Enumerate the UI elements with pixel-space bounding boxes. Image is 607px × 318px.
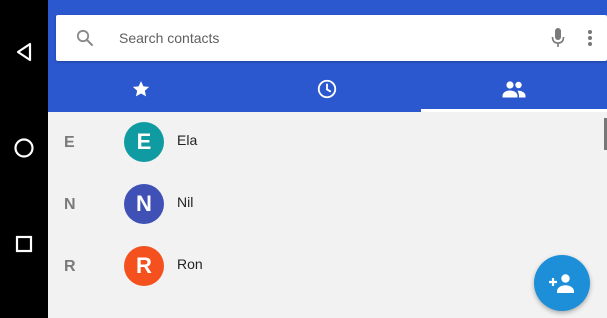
back-triangle-icon (16, 42, 32, 62)
navigation-bar (0, 0, 48, 318)
search-icon (76, 29, 93, 46)
home-circle-icon (14, 138, 34, 158)
clock-icon (318, 79, 337, 99)
microphone-icon[interactable] (551, 27, 565, 49)
more-options-icon[interactable] (580, 28, 600, 48)
avatar: R (124, 246, 164, 286)
avatar: N (124, 184, 164, 224)
phone-screen: E E Ela N N Nil R R Ron (0, 0, 607, 318)
contact-row[interactable]: E E Ela (48, 112, 607, 174)
section-letter: E (64, 134, 75, 151)
contact-name: Ron (177, 256, 203, 272)
tab-recents[interactable] (234, 66, 420, 112)
add-contact-icon (549, 274, 574, 293)
home-button[interactable] (0, 128, 48, 168)
avatar-initial: E (136, 129, 152, 154)
star-icon (132, 81, 150, 97)
contact-name: Nil (177, 194, 194, 210)
avatar: E (124, 122, 164, 162)
tab-bar (48, 66, 607, 112)
contact-list: E E Ela N N Nil R R Ron (48, 112, 607, 318)
recents-button[interactable] (0, 224, 48, 264)
contact-row[interactable]: R R Ron (48, 236, 607, 298)
add-contact-button[interactable] (534, 255, 590, 311)
people-icon (502, 81, 526, 98)
section-letter: R (64, 258, 76, 275)
app-header (48, 0, 607, 112)
search-input[interactable] (119, 15, 519, 61)
avatar-initial: R (136, 253, 152, 278)
back-button[interactable] (0, 32, 48, 72)
search-bar[interactable] (56, 15, 607, 61)
section-letter: N (64, 196, 76, 213)
contact-name: Ela (177, 132, 198, 148)
tab-contacts[interactable] (420, 66, 607, 112)
recents-square-icon (15, 235, 33, 253)
avatar-initial: N (136, 191, 152, 216)
tab-favorites[interactable] (48, 66, 234, 112)
contact-row[interactable]: N N Nil (48, 174, 607, 236)
